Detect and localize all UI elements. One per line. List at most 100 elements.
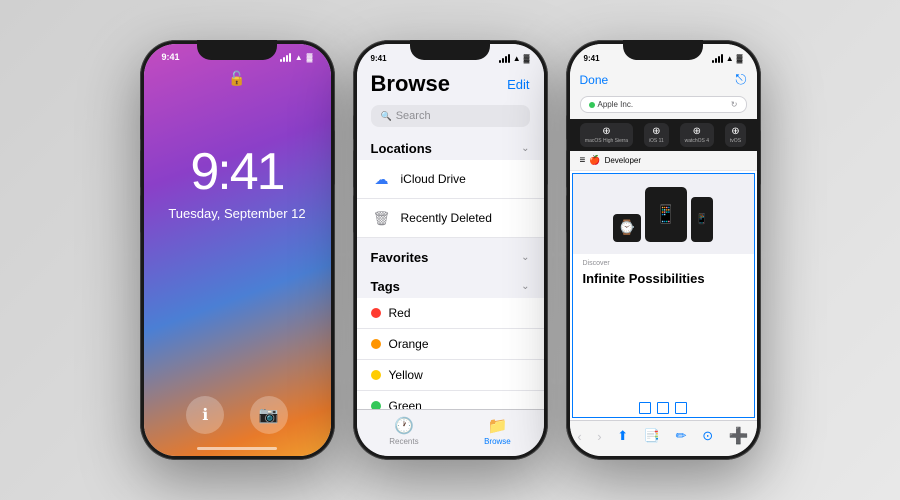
phone-1: 9:41 ▲ ▓ 🔓 9:41 Tuesday, September bbox=[140, 40, 335, 460]
tag-orange-dot bbox=[371, 339, 381, 349]
favorites-title: Favorites bbox=[371, 250, 429, 265]
notch-3 bbox=[623, 40, 703, 60]
browse-screen: 9:41 ▲ ▓ Browse Edit bbox=[357, 44, 544, 456]
more-icon: ⊕ bbox=[731, 126, 739, 137]
tag-green-label: Green bbox=[389, 399, 422, 409]
watchos-badge[interactable]: ⊕ watchOS 4 bbox=[680, 123, 714, 147]
trash-icon: 🗑 bbox=[371, 207, 393, 229]
wifi-icon: ▲ bbox=[295, 53, 303, 62]
tags-chevron: ⌄ bbox=[521, 281, 529, 292]
back-button[interactable]: ‹ bbox=[577, 429, 581, 444]
resize-handle-right[interactable] bbox=[675, 402, 687, 414]
device-images: ⌚ 📱 📱 bbox=[613, 187, 713, 242]
web-battery-icon: ▓ bbox=[737, 54, 743, 63]
developer-label: Developer bbox=[605, 156, 641, 165]
watch-img: ⌚ bbox=[613, 214, 641, 242]
scene: 9:41 ▲ ▓ 🔓 9:41 Tuesday, September bbox=[0, 0, 900, 500]
tag-orange[interactable]: Orange bbox=[357, 329, 544, 360]
favorites-section-header: Favorites ⌄ bbox=[357, 244, 544, 269]
tag-red-dot bbox=[371, 308, 381, 318]
volume-up-button-2[interactable] bbox=[353, 150, 354, 188]
notch-2 bbox=[410, 40, 490, 60]
camera-icon: 📷 bbox=[259, 405, 279, 425]
volume-up-button-3[interactable] bbox=[566, 150, 567, 188]
web-bottom-toolbar: ‹ › ⬆ 📑 ✏ ⊙ ➕ bbox=[570, 420, 757, 456]
browse-status-icons: ▲ ▓ bbox=[499, 54, 530, 63]
volume-down-button[interactable] bbox=[140, 195, 141, 233]
mute-button[interactable] bbox=[140, 115, 141, 140]
markup-circle-button[interactable]: ⊙ bbox=[702, 428, 713, 444]
ipad-img: 📱 bbox=[645, 187, 687, 242]
resize-handle-left[interactable] bbox=[639, 402, 651, 414]
resize-handle-center[interactable] bbox=[657, 402, 669, 414]
ios-badge[interactable]: ⊕ iOS 11 bbox=[644, 123, 669, 147]
locations-section-header: Locations ⌄ bbox=[357, 135, 544, 160]
tags-title: Tags bbox=[371, 279, 400, 294]
search-bar[interactable]: 🔍 Search bbox=[371, 105, 530, 127]
recents-label: Recents bbox=[389, 437, 418, 446]
macos-icon: ⊕ bbox=[602, 126, 610, 137]
icloud-icon: ☁ bbox=[371, 168, 393, 190]
tags-section-header: Tags ⌄ bbox=[357, 273, 544, 298]
device-showcase: ⌚ 📱 📱 bbox=[573, 174, 754, 254]
done-button[interactable]: Done bbox=[580, 73, 609, 87]
reload-icon: ↻ bbox=[731, 100, 738, 109]
browse-status-time: 9:41 bbox=[371, 54, 387, 63]
more-badge[interactable]: ⊕ tvOS bbox=[725, 123, 746, 147]
mute-button-2[interactable] bbox=[353, 115, 354, 140]
phone-2: 9:41 ▲ ▓ Browse Edit bbox=[353, 40, 548, 460]
share-button[interactable]: ⎋ bbox=[735, 71, 746, 88]
signal-icon bbox=[280, 53, 291, 62]
search-placeholder: Search bbox=[396, 110, 431, 122]
browse-tab-label: Browse bbox=[484, 437, 511, 446]
tab-recents[interactable]: 🕐 Recents bbox=[389, 416, 418, 446]
browse-list-content: Locations ⌄ ☁ iCloud Drive 🗑 Recently De… bbox=[357, 135, 544, 409]
tag-yellow-label: Yellow bbox=[389, 368, 423, 382]
tag-red-label: Red bbox=[389, 306, 411, 320]
edit-button[interactable]: Edit bbox=[507, 77, 529, 92]
search-icon: 🔍 bbox=[381, 111, 392, 122]
mute-button-3[interactable] bbox=[566, 115, 567, 140]
iphone-img: 📱 bbox=[691, 197, 713, 242]
volume-up-button[interactable] bbox=[140, 150, 141, 188]
tab-browse[interactable]: 📁 Browse bbox=[484, 416, 511, 446]
web-content: 9:41 ▲ ▓ Done ⎋ bbox=[570, 44, 757, 456]
watchos-icon: ⊕ bbox=[693, 126, 701, 137]
power-button[interactable] bbox=[334, 130, 335, 185]
volume-down-button-2[interactable] bbox=[353, 195, 354, 233]
pen-button[interactable]: ✏ bbox=[676, 428, 687, 444]
tag-green[interactable]: Green bbox=[357, 391, 544, 409]
forward-button[interactable]: › bbox=[597, 429, 601, 444]
lock-date: Tuesday, September 12 bbox=[168, 206, 305, 221]
flashlight-button[interactable]: ℹ bbox=[186, 396, 224, 434]
watchos-label: watchOS 4 bbox=[685, 138, 709, 144]
power-button-2[interactable] bbox=[547, 130, 548, 185]
os-toolbar: ⊕ macOS High Sierra ⊕ iOS 11 ⊕ watchOS 4… bbox=[570, 119, 757, 151]
volume-down-button-3[interactable] bbox=[566, 195, 567, 233]
lock-screen: 9:41 ▲ ▓ 🔓 9:41 Tuesday, September bbox=[144, 44, 331, 456]
share-tool-button[interactable]: ⬆ bbox=[617, 428, 628, 444]
discover-label: Discover bbox=[573, 254, 754, 269]
web-wifi-icon: ▲ bbox=[726, 54, 734, 63]
notch bbox=[197, 40, 277, 60]
recently-deleted-item[interactable]: 🗑 Recently Deleted bbox=[357, 199, 544, 238]
macos-badge[interactable]: ⊕ macOS High Sierra bbox=[580, 123, 633, 147]
url-field[interactable]: Apple Inc. ↻ bbox=[580, 96, 747, 113]
tag-red[interactable]: Red bbox=[357, 298, 544, 329]
web-status-icons: ▲ ▓ bbox=[712, 54, 743, 63]
tag-yellow[interactable]: Yellow bbox=[357, 360, 544, 391]
recently-deleted-label: Recently Deleted bbox=[401, 211, 492, 225]
browse-title: Browse bbox=[371, 71, 450, 97]
url-bar: Apple Inc. ↻ bbox=[570, 92, 757, 119]
phone-3: 9:41 ▲ ▓ Done ⎋ bbox=[566, 40, 761, 460]
power-button-3[interactable] bbox=[760, 130, 761, 185]
browse-signal-icon bbox=[499, 54, 510, 63]
apple-logo: 🍎 bbox=[589, 155, 600, 166]
content-title: Infinite Possibilities bbox=[573, 269, 754, 292]
tag-yellow-dot bbox=[371, 370, 381, 380]
camera-button[interactable]: 📷 bbox=[250, 396, 288, 434]
icloud-drive-item[interactable]: ☁ iCloud Drive bbox=[357, 160, 544, 199]
bookmark-button[interactable]: 📑 bbox=[644, 428, 660, 444]
home-indicator[interactable] bbox=[197, 447, 277, 450]
add-button[interactable]: ➕ bbox=[729, 426, 749, 446]
